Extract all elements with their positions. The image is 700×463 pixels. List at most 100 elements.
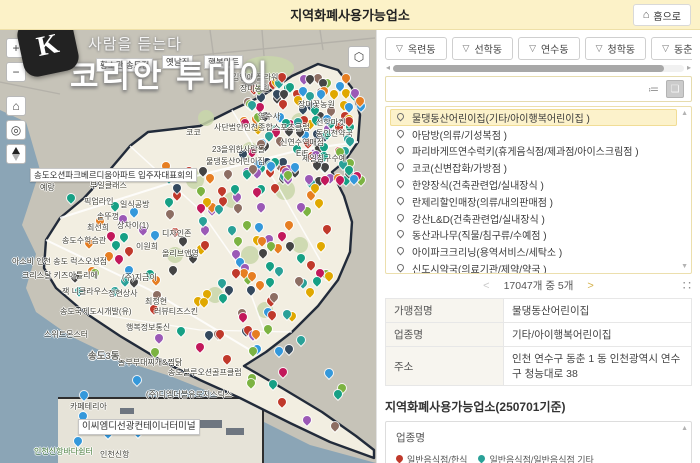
legend-pin-icon (477, 454, 487, 463)
pin-icon (396, 111, 406, 121)
district-tab-label: 연수동 (541, 41, 569, 56)
detail-value: 기타/아이행복어린이집 (504, 323, 692, 347)
district-tab-5[interactable]: ▽ 동춘동 (651, 37, 692, 60)
pagination: < 17047개 중 5개 > ∷ (385, 275, 692, 296)
pin-icon (396, 162, 406, 172)
list-item[interactable]: 한양장식(건축관련업/실내장식 ) (390, 176, 677, 193)
district-tab-label: 동춘동 (674, 41, 692, 56)
side-panel: ▽옥련동▽선학동▽연수동▽청학동▽동춘동▽송도동 ◂ ▸ ≔ ❏ ▲ ▼ 물댕동… (376, 30, 700, 463)
pin-icon (396, 195, 406, 205)
list-item[interactable]: 신도시약국(의료기관/제약/약국 ) (390, 260, 677, 274)
map-poi-label: 크리스탈 키즈아틀리에 (22, 271, 98, 280)
filter-icon: ▽ (396, 43, 403, 54)
list-item[interactable]: 동산과나무(직물/침구류/수예점 ) (390, 227, 677, 244)
map-poi-label: 행복정보통신 (126, 323, 170, 332)
page-title: 지역화폐사용가능업소 (290, 5, 410, 24)
map-poi-label: 이원희 (136, 242, 158, 251)
list-item[interactable]: 강산L&D(건축관련업/실내장식 ) (390, 210, 677, 227)
compass-needle-icon (12, 147, 20, 161)
map-poi-label: 장미꽃농원 (298, 100, 335, 109)
list-settings-icon[interactable]: ≔ (648, 83, 659, 96)
map-poi-label: 사단법인인천종합스포츠클럽 (214, 123, 310, 132)
app-window: 지역화폐사용가능업소 ⌂ 홈으로 (0, 0, 700, 463)
prev-page-button[interactable]: < (483, 280, 489, 292)
pin-icon (396, 179, 406, 189)
pin-icon (396, 128, 406, 138)
district-tab-4[interactable]: ▽청학동 (585, 37, 647, 60)
list-scroll-up-icon[interactable]: ▲ (681, 110, 688, 117)
list-item[interactable]: 코코(신변잡화/가방점 ) (390, 159, 677, 176)
list-item[interactable]: 아담방(의류/기성복점 ) (390, 126, 677, 143)
list-item[interactable]: 파리바게뜨연수럭키(휴게음식점/제과점/아이스크림점 ) (390, 143, 677, 160)
map-canvas[interactable]: 황소관 송도점옛날집행복마트김영애 플라워장미농원장미꽃농원연수사사단법인인천종… (0, 30, 376, 463)
district-tab-3[interactable]: ▽ 연수동 (518, 37, 580, 60)
map-poi-label: 픽업라인 (84, 197, 113, 206)
map-poi-label: 예랑 (40, 183, 55, 192)
store-details-table: 가맹점명물댕동산어린이집업종명기타/아이행복어린이집주소인천 연수구 동춘 1 … (385, 298, 692, 386)
list-scroll-down-icon[interactable]: ▼ (681, 263, 688, 270)
list-item-label: 한양장식(건축관련업/실내장식 ) (412, 177, 544, 192)
filter-icon: ▽ (662, 43, 669, 54)
map-poi-label: (주)지금이 (122, 273, 157, 282)
map-poi-label: 연수사 (258, 112, 280, 121)
cluster-toggle-icon[interactable]: ∷ (683, 278, 691, 294)
scroll-right-icon[interactable]: ▸ (687, 64, 691, 72)
pin-icon (396, 263, 406, 273)
map-poi-label: 최정현 (145, 297, 167, 306)
map-poi-label: 정현상사 (108, 289, 137, 298)
map-poi-label: 인천신항바다쉼터 (34, 447, 93, 456)
list-item-label: 물댕동산어린이집(기타/아이행복어린이집 ) (412, 110, 590, 125)
map-type-button[interactable]: ⬡ (348, 46, 370, 68)
map-poi-label: 상차이(1) (117, 221, 149, 230)
legend-box: ▲ ▼ 업종명 일반음식점/한식일반음식점/일반음식점 기타휴게음식점/커피/음… (385, 421, 692, 463)
pagination-label: 17047개 중 5개 (504, 278, 574, 293)
map-home-button[interactable]: ⌂ (6, 96, 26, 116)
gps-location-button[interactable]: ◎ (6, 120, 26, 140)
list-item[interactable]: 란제리할인매장(의류/내의판매점 ) (390, 193, 677, 210)
map-poi-label: 신연수역매점 (280, 138, 324, 147)
legend-item-label: 일반음식점/한식 (407, 453, 467, 463)
map-poi-label: 인천신항 (100, 450, 129, 459)
district-tab-label: 옥련동 (408, 41, 436, 56)
list-item-label: 파리바게뜨연수럭키(휴게음식점/제과점/아이스크림점 ) (412, 143, 639, 158)
pin-icon (396, 145, 406, 155)
legend-item-label: 일반음식점/일반음식점 기타 (489, 453, 593, 463)
map-poi-label: 송도오션파크베르디움아파트 입주자대표회의 (30, 168, 197, 182)
scrollbar-track[interactable] (393, 65, 684, 72)
tabs-scrollbar[interactable]: ◂ ▸ (386, 64, 691, 72)
scrollbar-thumb[interactable] (393, 65, 664, 72)
next-page-button[interactable]: > (587, 280, 593, 292)
map-poi-label: 송도국제도시개발(유) (60, 307, 132, 316)
district-tab-1[interactable]: ▽ 옥련동 (385, 37, 447, 60)
pin-icon (396, 229, 406, 239)
filter-icon: ▽ (529, 43, 536, 54)
detail-label: 가맹점명 (386, 299, 504, 323)
search-input[interactable] (393, 82, 641, 96)
district-tab-2[interactable]: ▽선학동 (452, 37, 514, 60)
pin-icon (396, 212, 406, 222)
table-row: 가맹점명물댕동산어린이집 (386, 299, 692, 323)
map-poi-label: 잭 니클라우스 (62, 287, 108, 296)
list-item[interactable]: 아이파크크리닝(용역서비스/세탁소 ) (390, 243, 677, 260)
home-button[interactable]: ⌂ 홈으로 (633, 4, 691, 26)
list-item[interactable]: 물댕동산어린이집(기타/아이행복어린이집 ) (390, 109, 677, 126)
compass-button[interactable] (6, 144, 26, 164)
map-poi-label: 부일클래스 (90, 181, 127, 190)
map-poi-label: 송도블루오션골프클럽 (168, 368, 242, 377)
legend-scroll-up-icon[interactable]: ▲ (681, 425, 688, 432)
detail-label: 주소 (386, 347, 504, 386)
map-poi-label: 물댕동산어린이집 (206, 157, 265, 166)
filter-icon: ▽ (596, 43, 603, 54)
expand-button[interactable]: ❏ (666, 80, 684, 98)
home-button-label: 홈으로 (653, 8, 681, 23)
legend-subtitle: 업종명 (396, 430, 675, 445)
list-item-label: 란제리할인매장(의류/내의판매점 ) (412, 194, 553, 209)
store-list: ▲ ▼ 물댕동산어린이집(기타/아이행복어린이집 )아담방(의류/기성복점 )파… (385, 106, 692, 274)
list-item-label: 동산과나무(직물/침구류/수예점 ) (412, 227, 547, 242)
map-poi-label: 송도수학습관 (62, 236, 106, 245)
list-item-label: 강산L&D(건축관련업/실내장식 ) (412, 211, 545, 226)
scroll-left-icon[interactable]: ◂ (386, 64, 390, 72)
map-poi-label: (주)디엠더블유로지스틱스 (146, 390, 232, 399)
map-poi-label: 놀부부대찌개&찜닭 (118, 358, 182, 367)
map-poi-label: 이씨엠디선광컨테이너터미널 (78, 419, 200, 435)
